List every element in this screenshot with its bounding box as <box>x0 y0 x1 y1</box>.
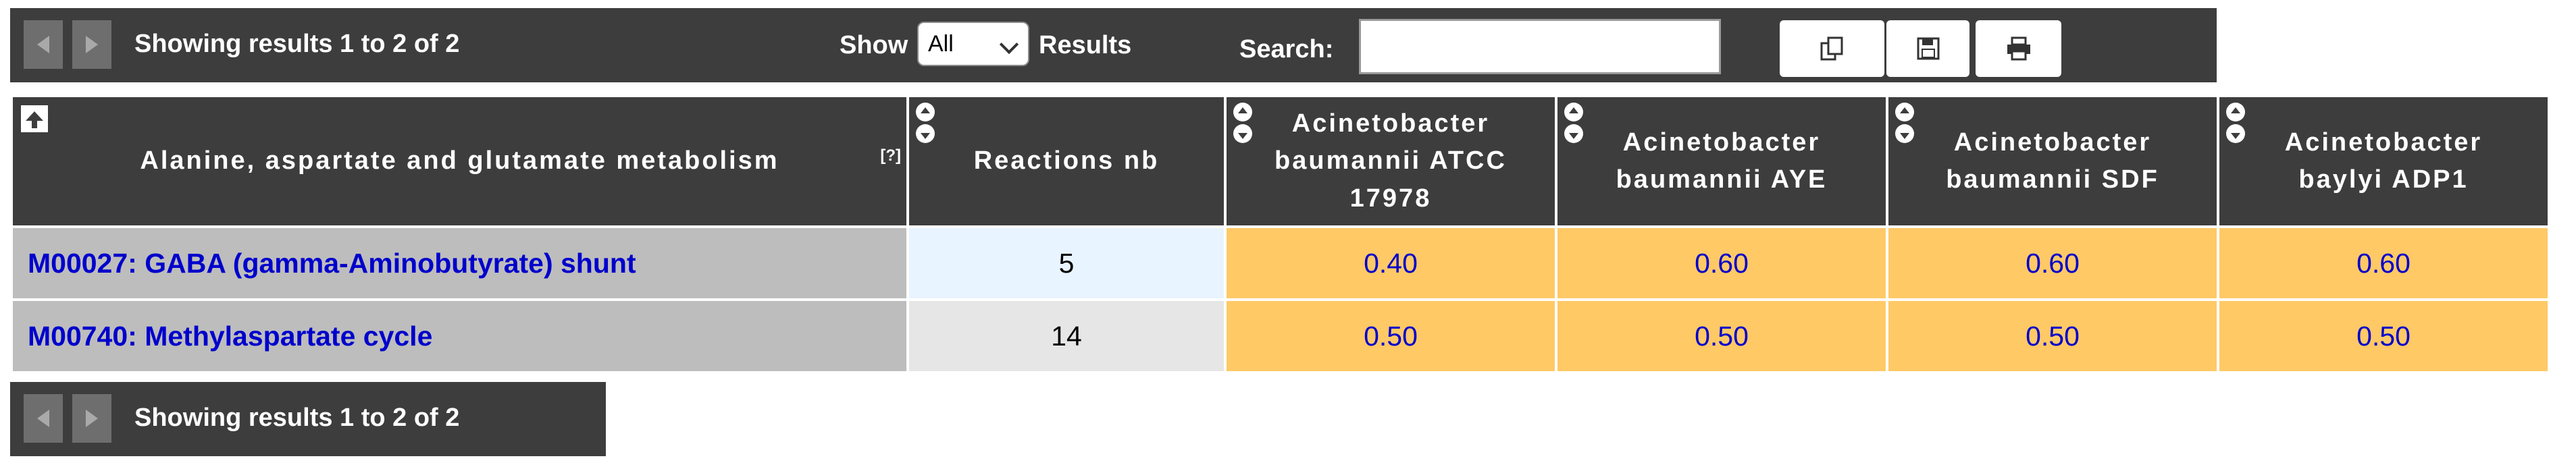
column-header-reactions[interactable]: Reactions nb <box>906 94 1227 228</box>
column-header-label: Acinetobacter baumannii AYE <box>1616 128 1828 194</box>
search-label: Search: <box>1239 35 1334 63</box>
arrow-left-icon <box>37 36 49 53</box>
sort-icon[interactable] <box>1895 103 1915 146</box>
next-page-button[interactable] <box>72 394 111 443</box>
sort-icon[interactable] <box>2226 103 2246 146</box>
bottom-toolbar: Showing results 1 to 2 of 2 <box>10 382 606 456</box>
value-cell: 0.60 <box>1555 225 1888 301</box>
copy-icon <box>1820 36 1843 61</box>
sort-icon[interactable] <box>1564 103 1585 146</box>
reactions-count-cell: 14 <box>906 298 1227 374</box>
column-header-label: Alanine, aspartate and glutamate metabol… <box>140 146 779 175</box>
column-header-label: Reactions nb <box>973 146 1160 175</box>
results-label: Results <box>1039 31 1132 59</box>
pathway-link[interactable]: M00740: Methylaspartate cycle <box>28 321 432 352</box>
save-button[interactable] <box>1886 20 1969 77</box>
next-page-button[interactable] <box>72 20 111 69</box>
value-cell: 0.50 <box>1886 298 2219 374</box>
column-header-strain-2[interactable]: Acinetobacter baumannii AYE <box>1555 94 1888 228</box>
print-icon <box>2007 36 2030 61</box>
value-cell: 0.60 <box>1886 225 2219 301</box>
metabolism-table: Alanine, aspartate and glutamate metabol… <box>10 94 2550 374</box>
value-cell: 0.60 <box>2217 225 2550 301</box>
chevron-down-icon <box>999 34 1019 55</box>
previous-page-button[interactable] <box>24 20 63 69</box>
sort-icon[interactable] <box>1233 103 1254 146</box>
column-header-label: Acinetobacter baumannii SDF <box>1946 128 2159 194</box>
sort-icon[interactable] <box>916 103 936 146</box>
sort-up-icon[interactable] <box>21 105 48 132</box>
value-cell: 0.50 <box>1224 298 1557 374</box>
value-cell: 0.50 <box>2217 298 2550 374</box>
search-input[interactable] <box>1359 19 1721 74</box>
show-label: Show <box>840 31 908 59</box>
column-header-strain-4[interactable]: Acinetobacter baylyi ADP1 <box>2217 94 2550 228</box>
column-header-pathway[interactable]: Alanine, aspartate and glutamate metabol… <box>10 94 909 228</box>
table-header-row: Alanine, aspartate and glutamate metabol… <box>10 94 2550 228</box>
arrow-right-icon <box>86 36 98 53</box>
column-header-label: Acinetobacter baumannii ATCC 17978 <box>1274 109 1507 213</box>
reactions-count-cell: 5 <box>906 225 1227 301</box>
previous-page-button[interactable] <box>24 394 63 443</box>
page-size-select[interactable]: All <box>917 22 1029 66</box>
pagination-status: Showing results 1 to 2 of 2 <box>134 404 460 432</box>
pathway-name-cell: M00740: Methylaspartate cycle <box>10 298 909 374</box>
save-icon <box>1917 37 1939 60</box>
pathway-link[interactable]: M00027: GABA (gamma-Aminobutyrate) shunt <box>28 248 636 279</box>
value-cell: 0.50 <box>1555 298 1888 374</box>
table-row: M00027: GABA (gamma-Aminobutyrate) shunt… <box>10 225 2550 301</box>
pathway-name-cell: M00027: GABA (gamma-Aminobutyrate) shunt <box>10 225 909 301</box>
column-header-label: Acinetobacter baylyi ADP1 <box>2284 128 2483 194</box>
column-header-strain-3[interactable]: Acinetobacter baumannii SDF <box>1886 94 2219 228</box>
help-icon[interactable]: [?] <box>880 144 901 168</box>
pagination-status: Showing results 1 to 2 of 2 <box>134 30 460 58</box>
arrow-right-icon <box>86 410 98 427</box>
print-button[interactable] <box>1976 20 2061 77</box>
column-header-strain-1[interactable]: Acinetobacter baumannii ATCC 17978 <box>1224 94 1557 228</box>
top-toolbar: Showing results 1 to 2 of 2 Show All Res… <box>10 8 2217 82</box>
page-size-value: All <box>928 30 954 57</box>
copy-button[interactable] <box>1780 20 1884 77</box>
value-cell: 0.40 <box>1224 225 1557 301</box>
arrow-left-icon <box>37 410 49 427</box>
table-row: M00740: Methylaspartate cycle 14 0.50 0.… <box>10 298 2550 374</box>
